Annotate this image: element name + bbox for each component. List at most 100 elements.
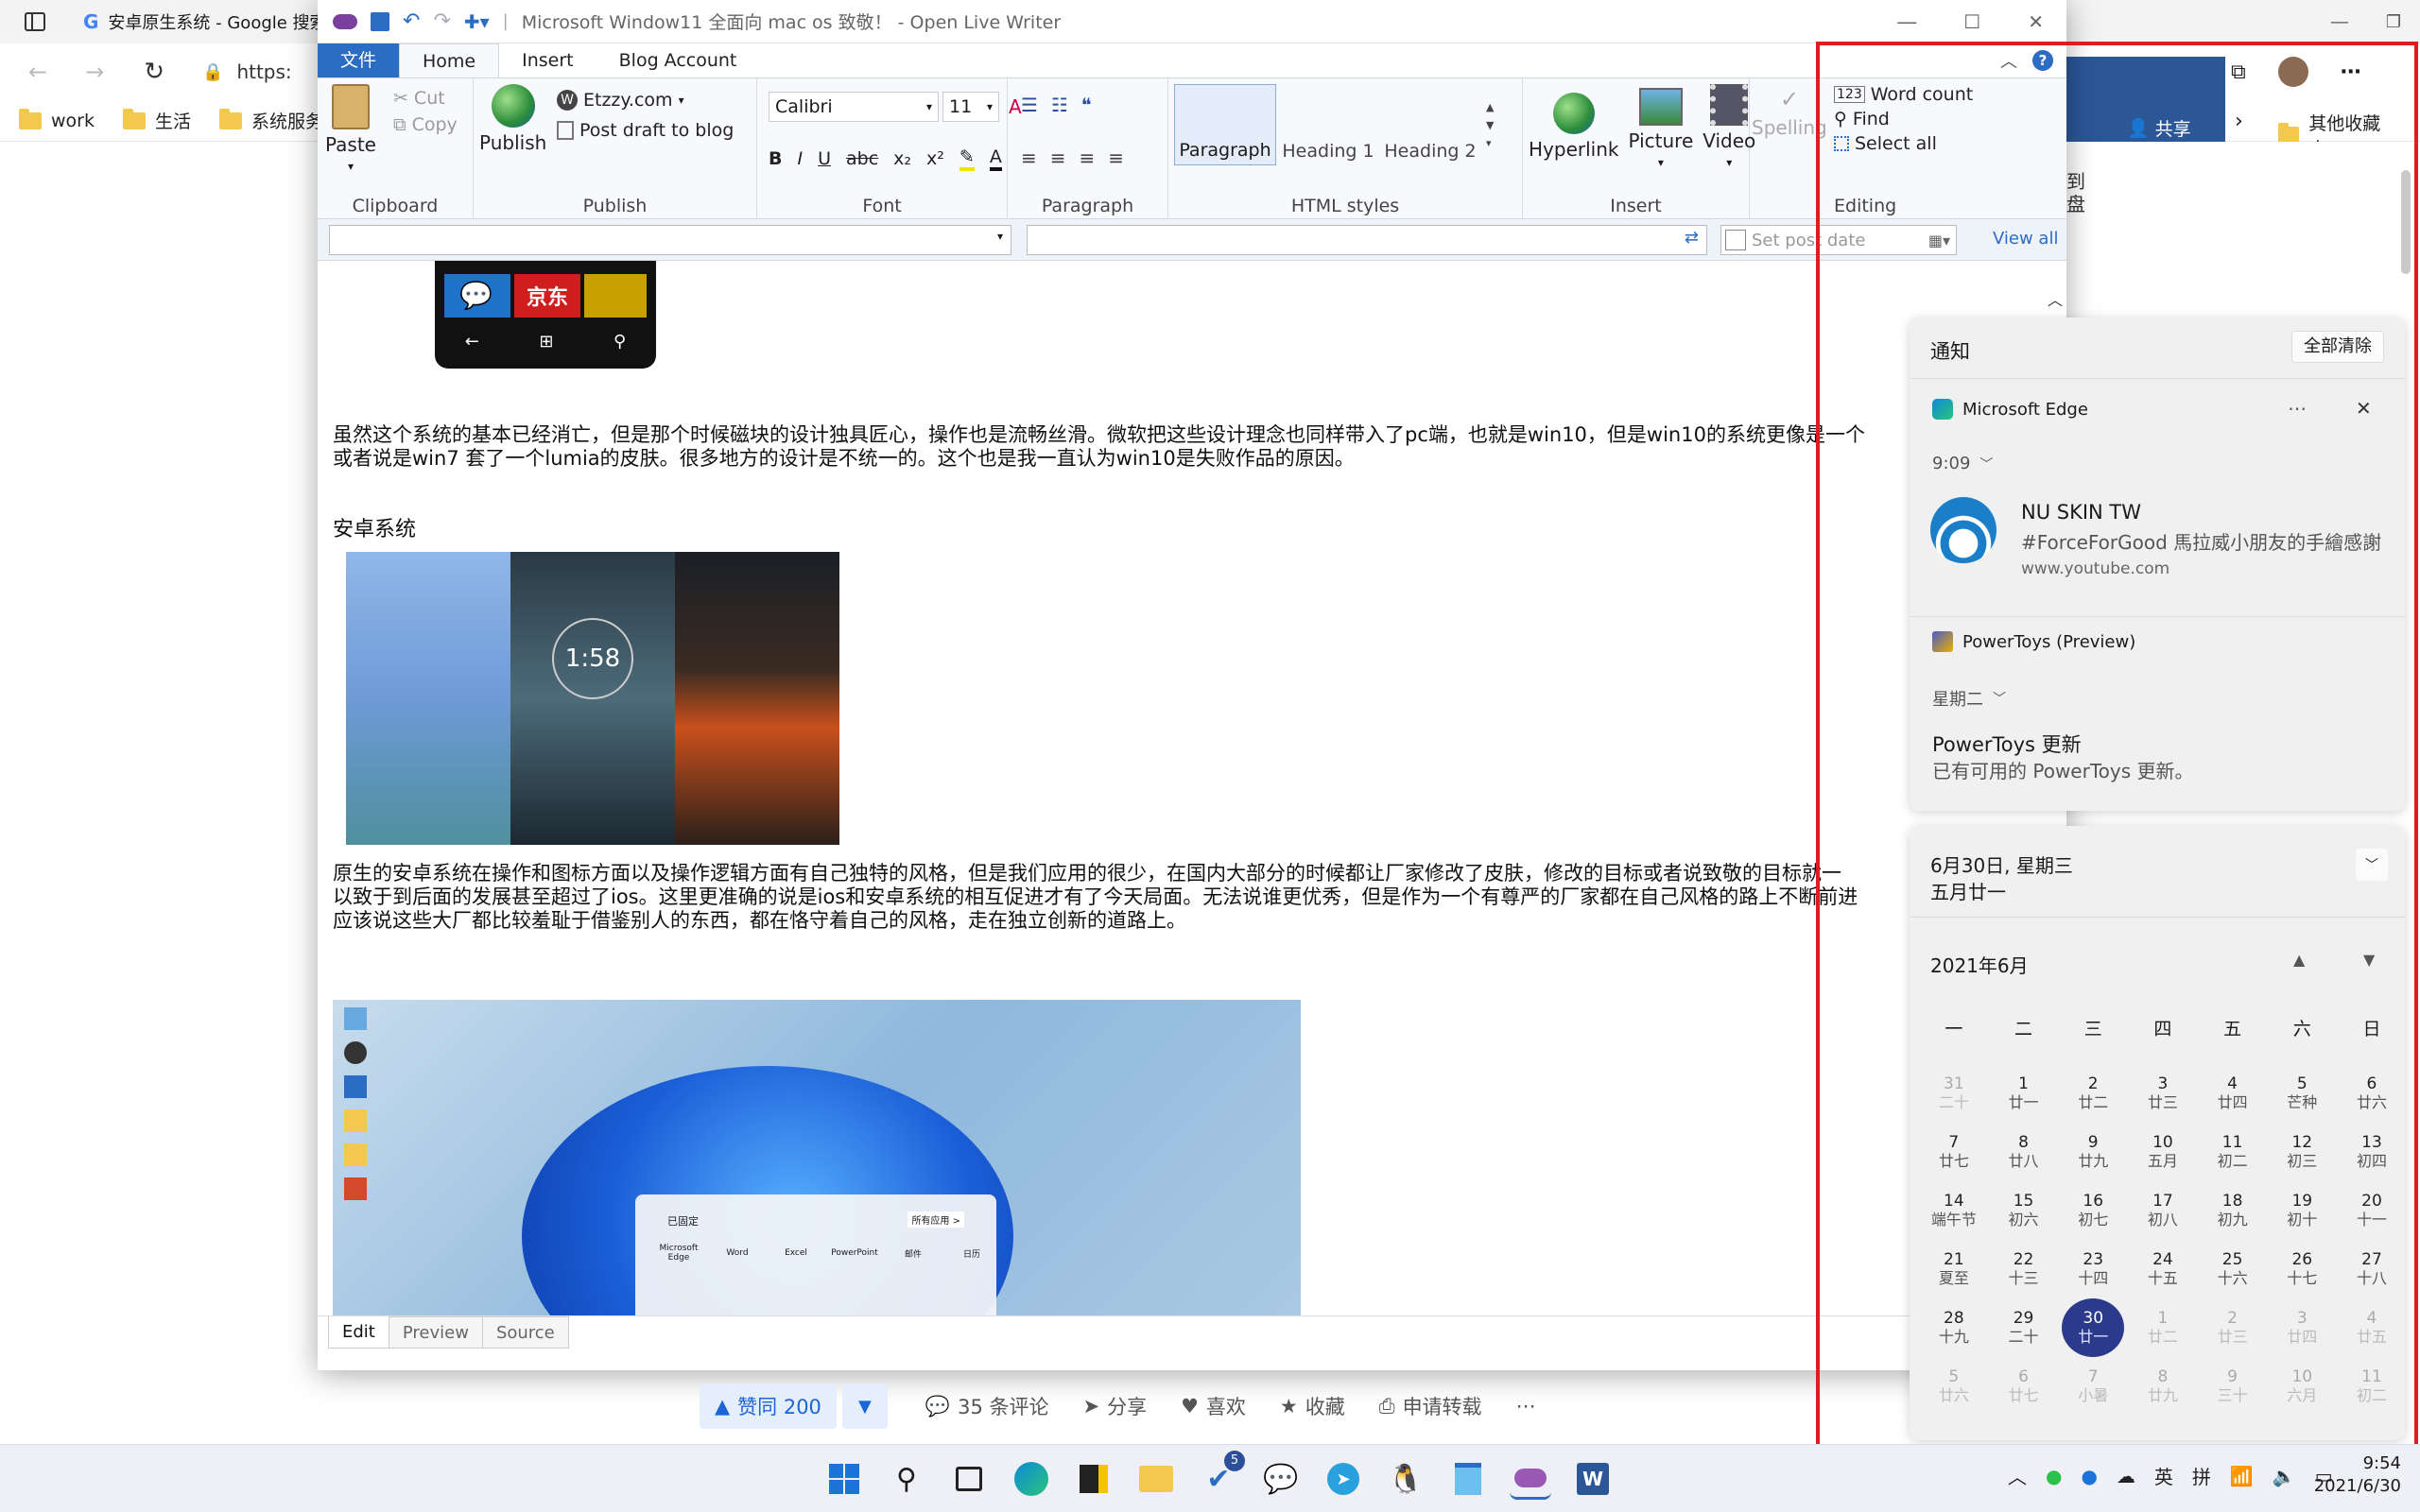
picture-button[interactable]: Picture ▾ bbox=[1628, 84, 1693, 169]
align-center-icon[interactable]: ≡ bbox=[1050, 146, 1066, 169]
chevron-up-icon[interactable]: ︿ bbox=[2008, 1462, 2027, 1489]
maximize-icon[interactable]: ❐ bbox=[2386, 12, 2401, 32]
tab-home[interactable]: Home bbox=[399, 43, 500, 77]
blockquote-icon[interactable]: ❝ bbox=[1081, 94, 1092, 116]
favorite-button[interactable]: ★ 收藏 bbox=[1280, 1392, 1345, 1420]
wifi-icon[interactable]: 📶 bbox=[2230, 1465, 2254, 1487]
tab-file[interactable]: 文件 bbox=[318, 43, 400, 77]
refresh-icon[interactable]: ↻ bbox=[144, 58, 164, 86]
close-icon[interactable]: ✕ bbox=[2028, 10, 2044, 33]
tab-source[interactable]: Source bbox=[481, 1316, 569, 1349]
task-view-button[interactable] bbox=[948, 1458, 990, 1500]
badge: 5 bbox=[1224, 1451, 1245, 1471]
category-select[interactable]: ▾ bbox=[329, 225, 1011, 255]
love-button[interactable]: ♥ 喜欢 bbox=[1181, 1392, 1246, 1420]
wechat-tray-icon[interactable]: ● bbox=[2046, 1465, 2062, 1487]
back-icon[interactable]: ← bbox=[28, 59, 47, 85]
word-taskbar-button[interactable]: W bbox=[1572, 1458, 1614, 1500]
minimize-icon[interactable]: ― bbox=[1897, 10, 1916, 33]
paste-button[interactable]: Paste ▾ bbox=[325, 84, 376, 173]
tags-input[interactable]: ⇄ bbox=[1027, 225, 1707, 255]
writer-titlebar: ↶ ↷ ✚▾ | Microsoft Window11 全面向 mac os 致… bbox=[318, 0, 2066, 43]
save-icon[interactable] bbox=[371, 11, 389, 31]
browser-tab[interactable]: G 安卓原生系统 - Google 搜索 bbox=[83, 0, 329, 43]
post-date-checkbox[interactable] bbox=[1725, 230, 1746, 250]
numbered-list-icon[interactable]: ☷ bbox=[1051, 94, 1068, 116]
undo-icon[interactable]: ↶ bbox=[403, 9, 420, 33]
ime-language[interactable]: 英 bbox=[2154, 1462, 2173, 1489]
cut-button[interactable]: ✂ Cut bbox=[393, 88, 458, 109]
notes-taskbar-button[interactable] bbox=[1073, 1458, 1115, 1500]
copy-button[interactable]: ⧉ Copy bbox=[393, 114, 458, 135]
superscript-icon[interactable]: x² bbox=[926, 148, 944, 169]
back-icon: ← bbox=[464, 332, 479, 352]
lumia-phone-image: 💬 京东 ← ⊞ ⚲ bbox=[435, 261, 656, 369]
paragraph-2-line-3: 应该说这些大厂都比较羞耻于借鉴别人的东西，都在恪守着自己的风格，走在独立创新的道… bbox=[333, 909, 1186, 932]
tab-edit[interactable]: Edit bbox=[328, 1316, 389, 1349]
wechat-taskbar-button[interactable]: 💬 bbox=[1260, 1458, 1302, 1500]
styles-more-icon[interactable]: ▾ bbox=[1486, 137, 1494, 149]
start-button[interactable] bbox=[823, 1458, 865, 1500]
tab-actions-icon[interactable] bbox=[25, 12, 45, 31]
publish-button[interactable]: Publish bbox=[479, 84, 546, 154]
video-button[interactable]: Video ▾ bbox=[1703, 84, 1755, 169]
tab-preview[interactable]: Preview bbox=[388, 1316, 483, 1349]
favorite-work[interactable]: work bbox=[19, 108, 95, 131]
highlight-icon[interactable]: ✎ bbox=[959, 146, 975, 171]
subscript-icon[interactable]: x₂ bbox=[893, 148, 911, 169]
volume-icon[interactable]: 🔈 bbox=[2273, 1465, 2296, 1487]
align-right-icon[interactable]: ≡ bbox=[1080, 146, 1096, 169]
bold-icon[interactable]: B bbox=[769, 148, 782, 169]
writer-taskbar-button[interactable] bbox=[1510, 1458, 1551, 1500]
edge-tray-icon[interactable]: ● bbox=[2081, 1465, 2097, 1487]
more-button[interactable]: ⋯ bbox=[1516, 1395, 1536, 1418]
font-color-icon[interactable]: A bbox=[989, 146, 1002, 171]
qq-taskbar-button[interactable]: 🐧 bbox=[1385, 1458, 1426, 1500]
style-paragraph[interactable]: Paragraph bbox=[1174, 84, 1276, 165]
style-heading-2[interactable]: Heading 2 bbox=[1380, 84, 1480, 165]
start-menu-all-apps: 所有应用 > bbox=[908, 1211, 964, 1228]
customize-icon[interactable]: ✚▾ bbox=[464, 10, 490, 33]
favorite-system[interactable]: 系统服务 bbox=[219, 108, 323, 133]
search-button[interactable]: ⚲ bbox=[886, 1458, 927, 1500]
bullet-list-icon[interactable]: ☰ bbox=[1021, 94, 1038, 116]
justify-icon[interactable]: ≡ bbox=[1108, 146, 1124, 169]
comments-button[interactable]: 💬 35 条评论 bbox=[925, 1392, 1049, 1420]
hyperlink-button[interactable]: Hyperlink bbox=[1529, 93, 1618, 161]
font-name-select[interactable]: Calibri ▾ bbox=[769, 92, 939, 122]
downvote-button[interactable]: ▼ bbox=[841, 1383, 888, 1429]
swap-icon[interactable]: ⇄ bbox=[1685, 228, 1699, 248]
redo-icon[interactable]: ↷ bbox=[433, 9, 450, 33]
telegram-taskbar-button[interactable]: ➤ bbox=[1322, 1458, 1364, 1500]
notepad-taskbar-button[interactable] bbox=[1447, 1458, 1489, 1500]
clock[interactable]: 9:54 2021/6/30 bbox=[2307, 1452, 2401, 1498]
maximize-icon[interactable]: ☐ bbox=[1963, 10, 1980, 33]
start-app: Word bbox=[726, 1248, 749, 1258]
explorer-taskbar-button[interactable] bbox=[1135, 1458, 1177, 1500]
edge-taskbar-button[interactable] bbox=[1011, 1458, 1052, 1500]
favorite-life[interactable]: 生活 bbox=[122, 108, 191, 133]
upvote-button[interactable]: ▲ 赞同 200 bbox=[700, 1383, 837, 1429]
styles-scroll-up-icon[interactable]: ▲ bbox=[1486, 101, 1494, 113]
underline-icon[interactable]: U bbox=[818, 148, 831, 169]
italic-icon[interactable]: I bbox=[797, 148, 803, 169]
align-left-icon[interactable]: ≡ bbox=[1021, 146, 1037, 169]
todo-taskbar-button[interactable]: ✔ 5 bbox=[1198, 1451, 1245, 1500]
cloud-tray-icon[interactable]: ☁ bbox=[2117, 1465, 2135, 1487]
chevron-down-icon: ▾ bbox=[347, 160, 354, 173]
minimize-icon[interactable]: ― bbox=[2331, 12, 2348, 32]
editor-content[interactable]: 💬 京东 ← ⊞ ⚲ 虽然这个系统的基本已经消亡，但是那个时候磁块的设计独具匠心，操… bbox=[318, 261, 2066, 1315]
repost-button[interactable]: ⎙ 申请转载 bbox=[1379, 1392, 1482, 1420]
post-draft-button[interactable]: Post draft to blog bbox=[557, 120, 734, 141]
font-size-select[interactable]: 11 ▾ bbox=[942, 92, 999, 122]
forward-icon[interactable]: → bbox=[85, 59, 104, 85]
styles-scroll-down-icon[interactable]: ▼ bbox=[1486, 119, 1494, 131]
style-heading-1[interactable]: Heading 1 bbox=[1278, 84, 1378, 165]
blog-account-select[interactable]: W Etzzy.com ▾ bbox=[557, 90, 734, 111]
tab-blog-account[interactable]: Blog Account bbox=[596, 43, 760, 77]
share-button[interactable]: ➤ 分享 bbox=[1082, 1392, 1147, 1420]
ime-mode[interactable]: 拼 bbox=[2192, 1462, 2211, 1489]
tab-insert[interactable]: Insert bbox=[499, 43, 596, 77]
address-bar[interactable]: https: bbox=[236, 60, 291, 83]
strikethrough-icon[interactable]: abc bbox=[846, 148, 878, 169]
